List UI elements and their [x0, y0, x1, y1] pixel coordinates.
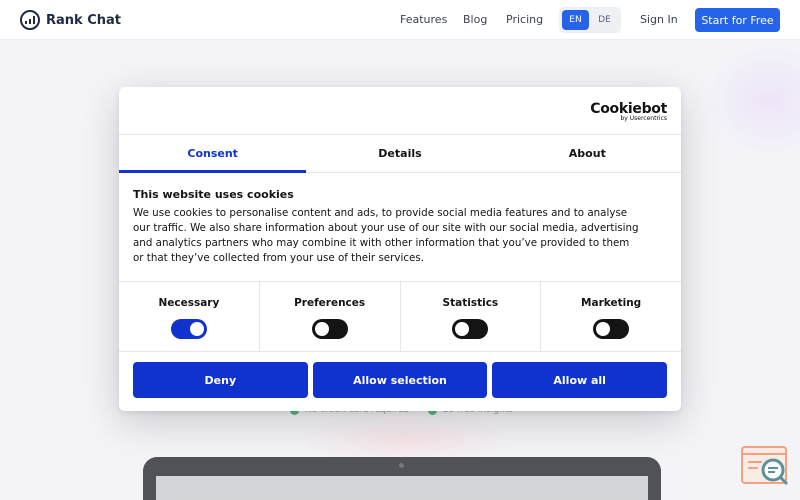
- category-statistics: Statistics: [401, 282, 542, 351]
- preferences-toggle[interactable]: [311, 319, 348, 339]
- toggle-knob: [314, 322, 329, 336]
- top-header: Rank Chat Features Blog Pricing EN DE Si…: [0, 0, 800, 40]
- language-de-button[interactable]: DE: [591, 10, 618, 30]
- tab-details[interactable]: Details: [306, 135, 493, 172]
- category-label: Marketing: [581, 297, 642, 309]
- cookie-consent-dialog: Cookiebot by Usercentrics Consent Detail…: [119, 87, 681, 411]
- deny-button[interactable]: Deny: [133, 362, 308, 398]
- cookie-category-toggles: Necessary Preferences Statistics Marketi…: [119, 281, 681, 352]
- rank-chat-logo-icon: [20, 10, 40, 30]
- toggle-knob: [189, 322, 204, 336]
- necessary-toggle[interactable]: [170, 319, 207, 339]
- nav-features-link[interactable]: Features: [400, 13, 447, 26]
- brand-name: Rank Chat: [46, 12, 121, 28]
- category-necessary: Necessary: [119, 282, 260, 351]
- category-label: Preferences: [294, 297, 366, 309]
- start-for-free-button[interactable]: Start for Free: [695, 8, 780, 32]
- category-label: Necessary: [158, 297, 220, 309]
- category-preferences: Preferences: [260, 282, 401, 351]
- toggle-knob: [455, 322, 470, 336]
- statistics-toggle[interactable]: [452, 319, 489, 339]
- language-en-button[interactable]: EN: [562, 10, 589, 30]
- cookiebot-logo: Cookiebot by Usercentrics: [590, 101, 667, 122]
- nav-blog-link[interactable]: Blog: [463, 13, 487, 26]
- marketing-toggle[interactable]: [593, 319, 630, 339]
- allow-all-button[interactable]: Allow all: [492, 362, 668, 398]
- cookie-tabs: Consent Details About: [119, 134, 681, 173]
- tab-consent[interactable]: Consent: [119, 135, 307, 173]
- allow-selection-button[interactable]: Allow selection: [312, 362, 488, 398]
- nav-pricing-link[interactable]: Pricing: [506, 13, 543, 26]
- category-marketing: Marketing: [541, 282, 681, 351]
- cookie-action-buttons: Deny Allow selection Allow all: [133, 362, 668, 398]
- cookie-description: We use cookies to personalise content an…: [133, 207, 639, 264]
- toggle-knob: [596, 322, 611, 336]
- tab-about[interactable]: About: [494, 135, 681, 172]
- language-switcher: EN DE: [559, 7, 621, 33]
- sign-in-link[interactable]: Sign In: [640, 13, 678, 26]
- cookie-title: This website uses cookies: [133, 188, 294, 201]
- brand-link[interactable]: Rank Chat: [20, 10, 121, 30]
- category-label: Statistics: [442, 297, 499, 309]
